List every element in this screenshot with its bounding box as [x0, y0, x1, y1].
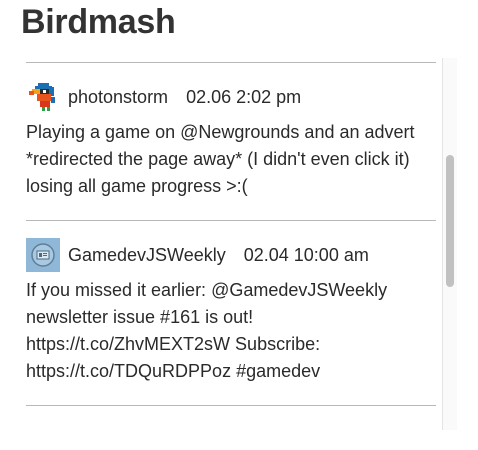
- tweet-item: GamedevJSWeekly 02.04 10:00 am If you mi…: [26, 221, 436, 405]
- scrollbar-thumb[interactable]: [446, 155, 454, 287]
- app-title: Birdmash: [21, 3, 176, 41]
- tweet-text: If you missed it earlier: @GamedevJSWeek…: [26, 280, 388, 381]
- tweet-feed[interactable]: photonstorm 02.06 2:02 pm Playing a game…: [26, 62, 436, 450]
- newsletter-avatar-icon[interactable]: [26, 238, 60, 272]
- tweet-author[interactable]: GamedevJSWeekly: [68, 245, 226, 266]
- tweet-header: GamedevJSWeekly 02.04 10:00 am: [26, 238, 436, 272]
- tweet-item: photonstorm 02.06 2:02 pm Playing a game…: [26, 63, 436, 220]
- scrollbar-track[interactable]: [442, 58, 457, 430]
- pixel-toucan-avatar-icon[interactable]: [26, 80, 60, 114]
- tweet-header: photonstorm 02.06 2:02 pm: [26, 80, 436, 114]
- tweet-text: Playing a game on @Newgrounds and an adv…: [26, 122, 415, 196]
- tweet-timestamp[interactable]: 02.04 10:00 am: [244, 245, 369, 266]
- tweet-author[interactable]: photonstorm: [68, 87, 168, 108]
- divider: [26, 405, 436, 406]
- tweet-timestamp[interactable]: 02.06 2:02 pm: [186, 87, 301, 108]
